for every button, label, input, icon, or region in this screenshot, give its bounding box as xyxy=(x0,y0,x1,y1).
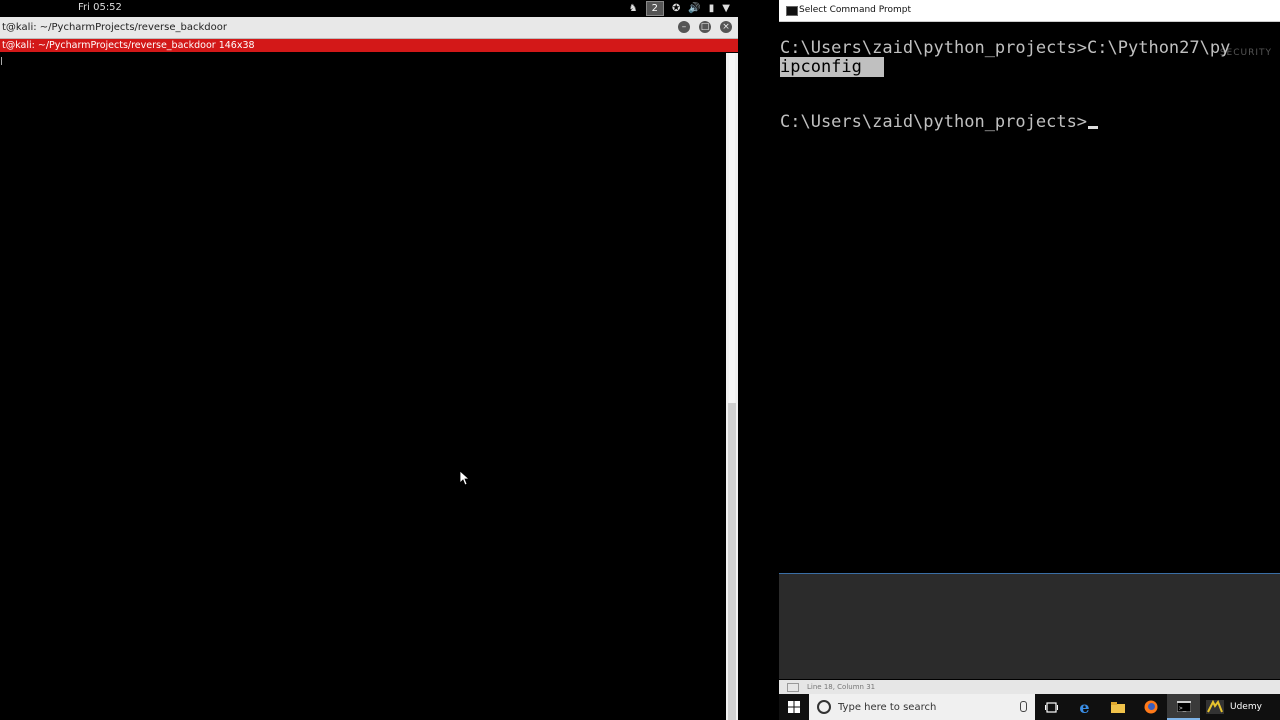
status-box-icon xyxy=(787,683,799,692)
cmd-window-title: Select Command Prompt xyxy=(799,5,912,15)
task-view-icon[interactable] xyxy=(1035,694,1068,720)
network-users-icon[interactable]: ♞ xyxy=(629,3,638,14)
microphone-icon[interactable] xyxy=(1020,701,1027,712)
kali-scrollbar-track[interactable] xyxy=(728,403,736,720)
cmd-prompt-line: C:\Users\zaid\python_projects> xyxy=(780,112,1099,132)
kali-terminal-tab[interactable]: t@kali: ~/PycharmProjects/reverse_backdo… xyxy=(0,39,738,52)
udemy-label: Udemy xyxy=(1230,702,1262,712)
maximize-icon[interactable]: □ xyxy=(699,21,711,33)
cmd-cursor xyxy=(1088,126,1099,129)
svg-text:>_: >_ xyxy=(1179,705,1187,712)
kali-top-panel: Fri 05:52 ♞ 2 ✪ 🔊 ▮ ▼ xyxy=(0,0,738,17)
file-explorer-icon[interactable] xyxy=(1101,694,1134,720)
firefox-icon[interactable] xyxy=(1134,694,1167,720)
chevron-down-icon[interactable]: ▼ xyxy=(722,3,730,14)
kali-clock[interactable]: Fri 05:52 xyxy=(78,2,122,13)
cmd-titlebar[interactable]: Select Command Prompt xyxy=(779,0,1280,22)
minimize-icon[interactable]: – xyxy=(678,21,690,33)
cmd-console[interactable]: SECURITY C:\Users\zaid\python_projects>C… xyxy=(779,22,1280,574)
taskbar-search-box[interactable]: Type here to search xyxy=(809,694,1035,720)
volume-icon[interactable]: 🔊 xyxy=(688,3,700,14)
battery-icon[interactable]: ▮ xyxy=(709,3,715,14)
workspace-indicator[interactable]: 2 xyxy=(645,1,664,16)
windows-start-icon[interactable] xyxy=(779,694,809,720)
cmd-window: Select Command Prompt SECURITY C:\Users\… xyxy=(779,0,1280,680)
editor-status-bar: Line 18, Column 31 xyxy=(779,680,1280,694)
kali-terminal-cursor xyxy=(1,57,2,65)
kali-system-tray: ♞ 2 ✪ 🔊 ▮ ▼ xyxy=(629,1,730,16)
status-text: Line 18, Column 31 xyxy=(807,683,876,691)
cmd-line: C:\Users\zaid\python_projects>C:\Python2… xyxy=(780,38,1231,58)
udemy-icon xyxy=(1206,700,1224,714)
kali-window-titlebar[interactable]: t@kali: ~/PycharmProjects/reverse_backdo… xyxy=(0,17,738,39)
kali-terminal-area[interactable] xyxy=(0,53,726,720)
edge-icon[interactable]: e xyxy=(1068,694,1101,720)
kali-window-controls: – □ × xyxy=(678,21,732,33)
search-placeholder: Type here to search xyxy=(838,701,937,713)
kali-window-title: t@kali: ~/PycharmProjects/reverse_backdo… xyxy=(2,22,227,33)
command-prompt-icon xyxy=(786,6,798,16)
command-prompt-icon[interactable]: >_ xyxy=(1167,694,1200,720)
kali-scrollbar-thumb[interactable] xyxy=(729,53,735,403)
kali-terminal-window: t@kali: ~/PycharmProjects/reverse_backdo… xyxy=(0,17,738,720)
network-icon[interactable]: ✪ xyxy=(672,3,680,14)
cmd-background-area xyxy=(779,574,1280,679)
kali-scrollbar[interactable] xyxy=(726,53,738,720)
udemy-app[interactable]: Udemy xyxy=(1200,694,1262,720)
cmd-selected-line: ipconfig xyxy=(780,57,884,77)
windows-taskbar: Type here to search e >_ Udemy xyxy=(779,694,1280,720)
cortana-icon xyxy=(817,700,831,714)
close-icon[interactable]: × xyxy=(720,21,732,33)
cmd-prompt-text: C:\Users\zaid\python_projects> xyxy=(780,112,1088,132)
mouse-pointer-icon xyxy=(460,471,470,486)
